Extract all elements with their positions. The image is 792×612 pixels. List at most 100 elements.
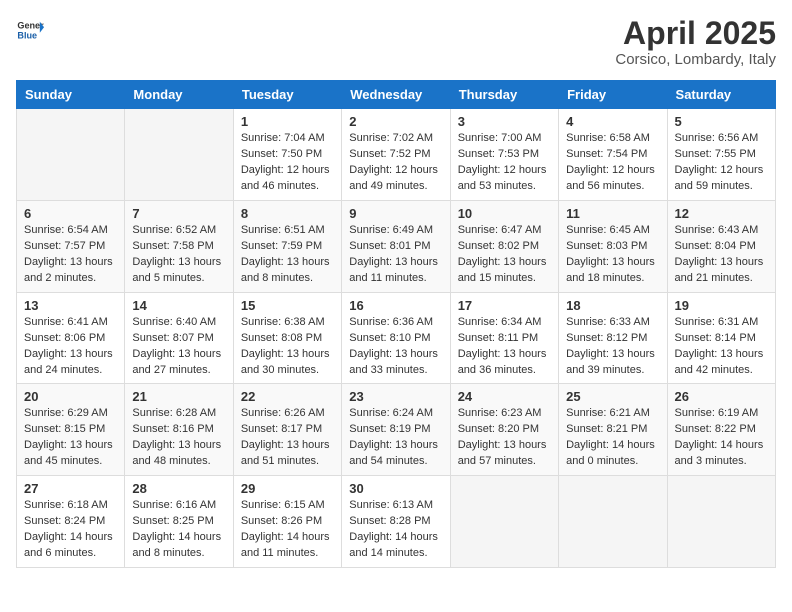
- calendar-cell: 29 Sunrise: 6:15 AMSunset: 8:26 PMDayligh…: [233, 476, 341, 568]
- week-row-1: 1 Sunrise: 7:04 AMSunset: 7:50 PMDaylight…: [17, 109, 776, 201]
- weekday-header-monday: Monday: [125, 81, 233, 109]
- day-detail: Sunrise: 6:13 AMSunset: 8:28 PMDaylight:…: [349, 498, 442, 562]
- weekday-header-thursday: Thursday: [450, 81, 558, 109]
- day-number: 12: [675, 206, 768, 221]
- calendar-cell: 14Sunrise: 6:40 AMSunset: 8:07 PMDayligh…: [125, 292, 233, 384]
- calendar-cell: 28 Sunrise: 6:16 AMSunset: 8:25 PMDayligh…: [125, 476, 233, 568]
- week-row-3: 13 Sunrise: 6:41 AMSunset: 8:06 PMDayligh…: [17, 292, 776, 384]
- day-detail: Sunrise: 6:40 AMSunset: 8:07 PMDaylight:…: [132, 315, 225, 379]
- page-header: General Blue April 2025 Corsico, Lombard…: [16, 16, 776, 68]
- calendar-cell: 6 Sunrise: 6:54 AMSunset: 7:57 PMDaylight…: [17, 200, 125, 292]
- day-number: 21: [132, 389, 225, 404]
- day-detail: Sunrise: 6:49 AMSunset: 8:01 PMDaylight:…: [349, 223, 442, 287]
- calendar-cell: 7Sunrise: 6:52 AMSunset: 7:58 PMDaylight…: [125, 200, 233, 292]
- day-number: 18: [566, 298, 659, 313]
- calendar-cell: 20 Sunrise: 6:29 AMSunset: 8:15 PMDayligh…: [17, 384, 125, 476]
- day-detail: Sunrise: 7:02 AMSunset: 7:52 PMDaylight:…: [349, 131, 442, 195]
- day-detail: Sunrise: 6:47 AMSunset: 8:02 PMDaylight:…: [458, 223, 551, 287]
- weekday-header-wednesday: Wednesday: [342, 81, 450, 109]
- day-detail: Sunrise: 6:23 AMSunset: 8:20 PMDaylight:…: [458, 406, 551, 470]
- day-detail: Sunrise: 6:33 AMSunset: 8:12 PMDaylight:…: [566, 315, 659, 379]
- day-number: 2: [349, 114, 442, 129]
- day-number: 30: [349, 481, 442, 496]
- day-number: 17: [458, 298, 551, 313]
- calendar-cell: 19Sunrise: 6:31 AMSunset: 8:14 PMDayligh…: [667, 292, 775, 384]
- calendar-cell: 10 Sunrise: 6:47 AMSunset: 8:02 PMDayligh…: [450, 200, 558, 292]
- day-number: 23: [349, 389, 442, 404]
- day-number: 13: [24, 298, 117, 313]
- calendar-cell: 16 Sunrise: 6:36 AMSunset: 8:10 PMDayligh…: [342, 292, 450, 384]
- calendar-cell: 25Sunrise: 6:21 AMSunset: 8:21 PMDayligh…: [559, 384, 667, 476]
- day-detail: Sunrise: 6:21 AMSunset: 8:21 PMDaylight:…: [566, 406, 659, 470]
- day-detail: Sunrise: 6:52 AMSunset: 7:58 PMDaylight:…: [132, 223, 225, 287]
- calendar-cell: [17, 109, 125, 201]
- calendar-cell: 18 Sunrise: 6:33 AMSunset: 8:12 PMDayligh…: [559, 292, 667, 384]
- day-detail: Sunrise: 6:16 AMSunset: 8:25 PMDaylight:…: [132, 498, 225, 562]
- day-number: 4: [566, 114, 659, 129]
- calendar-cell: [450, 476, 558, 568]
- day-number: 1: [241, 114, 334, 129]
- calendar-cell: 24 Sunrise: 6:23 AMSunset: 8:20 PMDayligh…: [450, 384, 558, 476]
- day-detail: Sunrise: 6:34 AMSunset: 8:11 PMDaylight:…: [458, 315, 551, 379]
- weekday-header-row: SundayMondayTuesdayWednesdayThursdayFrid…: [17, 81, 776, 109]
- svg-text:Blue: Blue: [17, 30, 37, 40]
- day-number: 20: [24, 389, 117, 404]
- day-detail: Sunrise: 6:29 AMSunset: 8:15 PMDaylight:…: [24, 406, 117, 470]
- day-detail: Sunrise: 6:19 AMSunset: 8:22 PMDaylight:…: [675, 406, 768, 470]
- weekday-header-sunday: Sunday: [17, 81, 125, 109]
- weekday-header-saturday: Saturday: [667, 81, 775, 109]
- location-title: Corsico, Lombardy, Italy: [615, 51, 776, 68]
- day-number: 27: [24, 481, 117, 496]
- calendar-cell: 9 Sunrise: 6:49 AMSunset: 8:01 PMDaylight…: [342, 200, 450, 292]
- calendar-cell: 21 Sunrise: 6:28 AMSunset: 8:16 PMDayligh…: [125, 384, 233, 476]
- day-detail: Sunrise: 6:43 AMSunset: 8:04 PMDaylight:…: [675, 223, 768, 287]
- day-number: 6: [24, 206, 117, 221]
- calendar-cell: 5 Sunrise: 6:56 AMSunset: 7:55 PMDaylight…: [667, 109, 775, 201]
- day-detail: Sunrise: 6:24 AMSunset: 8:19 PMDaylight:…: [349, 406, 442, 470]
- logo: General Blue: [16, 16, 44, 44]
- day-detail: Sunrise: 6:41 AMSunset: 8:06 PMDaylight:…: [24, 315, 117, 379]
- logo-icon: General Blue: [16, 16, 44, 44]
- day-number: 22: [241, 389, 334, 404]
- day-detail: Sunrise: 6:28 AMSunset: 8:16 PMDaylight:…: [132, 406, 225, 470]
- day-number: 5: [675, 114, 768, 129]
- calendar-cell: 3 Sunrise: 7:00 AMSunset: 7:53 PMDaylight…: [450, 109, 558, 201]
- weekday-header-friday: Friday: [559, 81, 667, 109]
- day-number: 28: [132, 481, 225, 496]
- day-number: 26: [675, 389, 768, 404]
- calendar-cell: 8Sunrise: 6:51 AMSunset: 7:59 PMDaylight…: [233, 200, 341, 292]
- day-number: 19: [675, 298, 768, 313]
- week-row-4: 20 Sunrise: 6:29 AMSunset: 8:15 PMDayligh…: [17, 384, 776, 476]
- calendar-cell: 26 Sunrise: 6:19 AMSunset: 8:22 PMDayligh…: [667, 384, 775, 476]
- month-title: April 2025: [615, 16, 776, 51]
- calendar-cell: 27Sunrise: 6:18 AMSunset: 8:24 PMDayligh…: [17, 476, 125, 568]
- calendar-cell: 12 Sunrise: 6:43 AMSunset: 8:04 PMDayligh…: [667, 200, 775, 292]
- day-detail: Sunrise: 6:45 AMSunset: 8:03 PMDaylight:…: [566, 223, 659, 287]
- day-detail: Sunrise: 6:58 AMSunset: 7:54 PMDaylight:…: [566, 131, 659, 195]
- day-detail: Sunrise: 6:26 AMSunset: 8:17 PMDaylight:…: [241, 406, 334, 470]
- day-detail: Sunrise: 6:15 AMSunset: 8:26 PMDaylight:…: [241, 498, 334, 562]
- day-detail: Sunrise: 6:54 AMSunset: 7:57 PMDaylight:…: [24, 223, 117, 287]
- weekday-header-tuesday: Tuesday: [233, 81, 341, 109]
- calendar-cell: [559, 476, 667, 568]
- calendar-cell: 2 Sunrise: 7:02 AMSunset: 7:52 PMDaylight…: [342, 109, 450, 201]
- day-detail: Sunrise: 6:36 AMSunset: 8:10 PMDaylight:…: [349, 315, 442, 379]
- calendar-cell: 22 Sunrise: 6:26 AMSunset: 8:17 PMDayligh…: [233, 384, 341, 476]
- calendar-cell: 23 Sunrise: 6:24 AMSunset: 8:19 PMDayligh…: [342, 384, 450, 476]
- day-detail: Sunrise: 7:04 AMSunset: 7:50 PMDaylight:…: [241, 131, 334, 195]
- day-number: 10: [458, 206, 551, 221]
- day-detail: Sunrise: 7:00 AMSunset: 7:53 PMDaylight:…: [458, 131, 551, 195]
- day-number: 9: [349, 206, 442, 221]
- calendar-cell: 17 Sunrise: 6:34 AMSunset: 8:11 PMDayligh…: [450, 292, 558, 384]
- day-detail: Sunrise: 6:56 AMSunset: 7:55 PMDaylight:…: [675, 131, 768, 195]
- day-number: 3: [458, 114, 551, 129]
- day-detail: Sunrise: 6:38 AMSunset: 8:08 PMDaylight:…: [241, 315, 334, 379]
- day-number: 29: [241, 481, 334, 496]
- day-number: 11: [566, 206, 659, 221]
- day-number: 24: [458, 389, 551, 404]
- calendar-table: SundayMondayTuesdayWednesdayThursdayFrid…: [16, 80, 776, 568]
- calendar-cell: 15Sunrise: 6:38 AMSunset: 8:08 PMDayligh…: [233, 292, 341, 384]
- calendar-cell: 1 Sunrise: 7:04 AMSunset: 7:50 PMDaylight…: [233, 109, 341, 201]
- calendar-cell: 4 Sunrise: 6:58 AMSunset: 7:54 PMDaylight…: [559, 109, 667, 201]
- day-number: 16: [349, 298, 442, 313]
